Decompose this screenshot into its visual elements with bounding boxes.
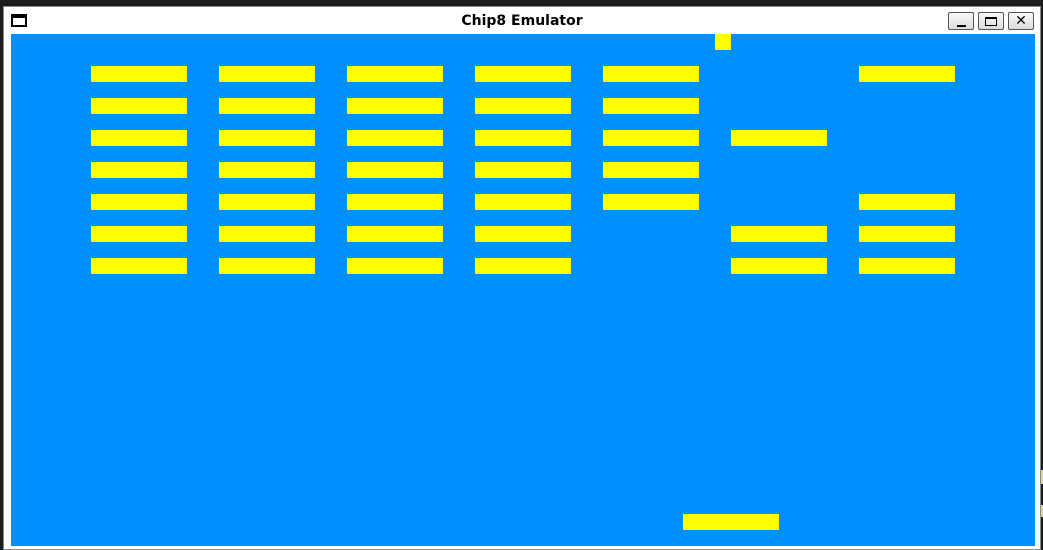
brick [859, 66, 955, 82]
brick [347, 130, 443, 146]
brick [475, 226, 571, 242]
minimize-icon [956, 24, 966, 27]
brick [219, 66, 315, 82]
brick [219, 258, 315, 274]
brick [91, 98, 187, 114]
brick [219, 194, 315, 210]
brick [347, 194, 443, 210]
brick [219, 162, 315, 178]
brick [347, 258, 443, 274]
brick [219, 226, 315, 242]
brick [603, 162, 699, 178]
brick [475, 194, 571, 210]
brick [91, 194, 187, 210]
brick [219, 130, 315, 146]
maximize-button[interactable] [978, 12, 1004, 30]
brick [603, 98, 699, 114]
brick [475, 258, 571, 274]
brick [219, 98, 315, 114]
title-bar[interactable]: Chip8 Emulator ✕ [4, 7, 1040, 35]
ball [715, 34, 731, 50]
brick [475, 162, 571, 178]
brick [731, 130, 827, 146]
desktop-background: Chip8 Emulator ✕ [0, 0, 1043, 550]
paddle [683, 514, 779, 530]
maximize-icon [985, 16, 997, 26]
brick [603, 66, 699, 82]
brick [475, 98, 571, 114]
brick [91, 226, 187, 242]
brick [859, 258, 955, 274]
brick [731, 226, 827, 242]
brick [91, 130, 187, 146]
emulator-display[interactable] [11, 34, 1035, 546]
close-icon: ✕ [1015, 13, 1027, 29]
brick [859, 226, 955, 242]
brick [859, 194, 955, 210]
brick [475, 130, 571, 146]
close-button[interactable]: ✕ [1008, 12, 1034, 30]
minimize-button[interactable] [948, 12, 974, 30]
brick [91, 66, 187, 82]
window-title: Chip8 Emulator [461, 13, 583, 29]
brick [91, 258, 187, 274]
brick [91, 162, 187, 178]
brick [347, 66, 443, 82]
brick [347, 162, 443, 178]
brick [603, 130, 699, 146]
brick [347, 226, 443, 242]
brick [731, 258, 827, 274]
brick [603, 194, 699, 210]
brick [475, 66, 571, 82]
brick [347, 98, 443, 114]
emulator-window: Chip8 Emulator ✕ [3, 6, 1041, 550]
